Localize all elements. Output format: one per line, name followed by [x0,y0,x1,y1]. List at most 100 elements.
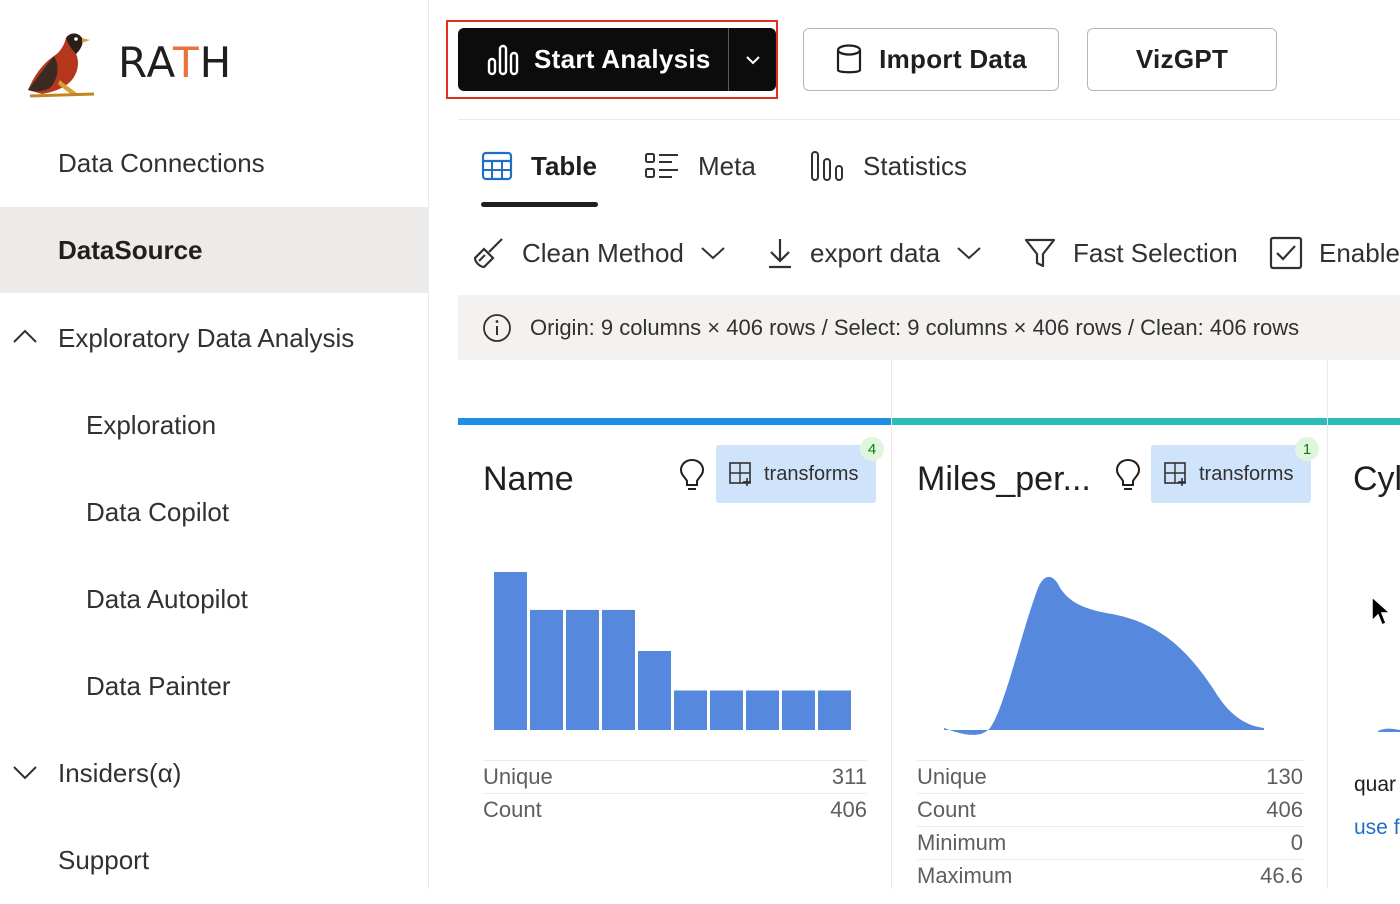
column-stats: Unique 311 Count 406 [483,760,867,826]
sidebar-item-label: Data Autopilot [86,584,248,614]
sidebar-item-exploratory-data-analysis[interactable]: Exploratory Data Analysis [0,295,428,382]
stat-label: Unique [483,764,553,789]
table-add-icon [729,462,751,486]
table-icon [481,151,513,181]
sidebar-item-label: Support [58,845,150,875]
top-separator [458,119,1400,120]
clean-method-label: Clean Method [522,237,684,268]
sidebar-item-insiders[interactable]: Insiders(α) [0,730,428,817]
table-add-icon [1164,462,1186,486]
enable-checkbox[interactable]: Enable [1269,228,1400,278]
sidebar: RATH Data Connections DataSource Explora… [0,0,429,889]
chevron-up-icon [13,329,37,343]
chart-fragment [1378,728,1400,732]
transforms-count-badge: 1 [1295,437,1319,461]
column-title: Miles_per... [917,460,1091,498]
tab-statistics[interactable]: Statistics [809,140,967,192]
stat-row-count: Count 406 [483,793,867,826]
stat-label: Unique [917,764,987,789]
sidebar-item-data-painter[interactable]: Data Painter [0,643,428,730]
transforms-button[interactable]: transforms [1151,445,1311,503]
sidebar-item-datasource[interactable]: DataSource [0,207,428,293]
density-area [944,576,1264,735]
tab-label: Statistics [863,150,968,181]
sidebar-item-label: Data Copilot [86,497,230,527]
stat-value: 406 [1266,797,1303,822]
lightbulb-icon[interactable] [1114,457,1142,493]
column-note-text: quar [1354,773,1397,796]
stat-row-unique: Unique 130 [917,760,1303,793]
brand-name: RATH [118,38,233,87]
column-stats: Unique 130 Count 406 Minimum 0 Maximum 4… [917,760,1303,889]
stat-label: Count [917,797,976,822]
density-chart [944,576,1264,735]
histogram-bar [602,609,635,730]
stat-value: 46.6 [1260,863,1303,888]
sidebar-item-exploration[interactable]: Exploration [0,382,428,469]
transforms-button[interactable]: transforms [716,445,876,503]
stat-row-minimum: Minimum 0 [917,826,1303,859]
start-analysis-button[interactable]: Start Analysis [458,28,728,91]
chevron-down-icon [745,55,760,64]
start-analysis-dropdown[interactable] [729,28,776,91]
histogram-bar [818,690,851,730]
chevron-down-icon [701,247,725,260]
column-card-miles-per-gallon: Miles_per... transforms 1 Unique 130 Cou… [892,360,1328,889]
import-data-button[interactable]: Import Data [803,28,1059,91]
sidebar-item-label: Data Painter [86,671,231,701]
vizgpt-button[interactable]: VizGPT [1087,28,1277,91]
sidebar-item-support[interactable]: Support [0,817,428,904]
transforms-label: transforms [764,462,859,485]
sidebar-item-data-autopilot[interactable]: Data Autopilot [0,556,428,643]
start-analysis-split-button[interactable]: Start Analysis [458,28,776,91]
stat-row-count: Count 406 [917,793,1303,826]
column-accent-bar [458,418,891,425]
lightbulb-icon[interactable] [678,457,706,493]
sidebar-item-label: Data Connections [58,148,265,178]
stat-value: 406 [830,797,867,822]
column-title: Name [483,460,574,498]
stat-label: Maximum [917,863,1013,888]
fast-selection-button[interactable]: Fast Selection [1023,228,1238,278]
chevron-down-icon [957,247,981,260]
tab-table[interactable]: Table [481,140,597,192]
histogram-bar [674,690,707,730]
transforms-count-badge: 4 [860,437,884,461]
stat-label: Count [483,797,542,822]
column-note-link[interactable]: use f [1354,816,1400,840]
histogram-bar [746,690,779,730]
rath-bird-logo [28,33,95,98]
column-accent-bar [892,418,1327,425]
sidebar-item-data-connections[interactable]: Data Connections [0,120,428,207]
stat-label: Minimum [917,830,1007,855]
list-icon [645,153,678,178]
database-icon [837,43,862,73]
enable-label: Enable [1319,237,1400,268]
sidebar-item-label: Insiders(α) [58,758,182,788]
sidebar-item-label: Exploration [86,410,217,440]
histogram-bar [638,651,671,730]
stat-row-maximum: Maximum 46.6 [917,859,1303,889]
stat-row-unique: Unique 311 [483,760,867,793]
column-title: Cyl [1353,460,1400,498]
sidebar-item-label: Exploratory Data Analysis [58,323,355,353]
tab-label: Table [531,150,597,181]
checkbox-checked-icon [1269,236,1303,270]
export-data-dropdown[interactable]: export data [766,228,982,278]
histogram-bar [566,609,599,730]
tab-meta[interactable]: Meta [644,140,756,192]
clean-method-dropdown[interactable]: Clean Method [472,228,726,278]
data-summary-text: Origin: 9 columns × 406 rows / Select: 9… [530,314,1300,340]
stat-value: 311 [831,764,867,789]
sidebar-item-data-copilot[interactable]: Data Copilot [0,469,428,556]
histogram-bar [494,572,527,730]
transforms-label: transforms [1199,462,1294,485]
histogram-bar [530,609,563,730]
statistics-icon [811,151,843,181]
column-accent-bar [1328,418,1400,425]
stat-value: 130 [1266,764,1303,789]
histogram-bar [710,690,743,730]
active-tab-indicator [481,202,598,207]
stat-value: 0 [1290,830,1303,855]
fast-selection-label: Fast Selection [1073,237,1238,268]
